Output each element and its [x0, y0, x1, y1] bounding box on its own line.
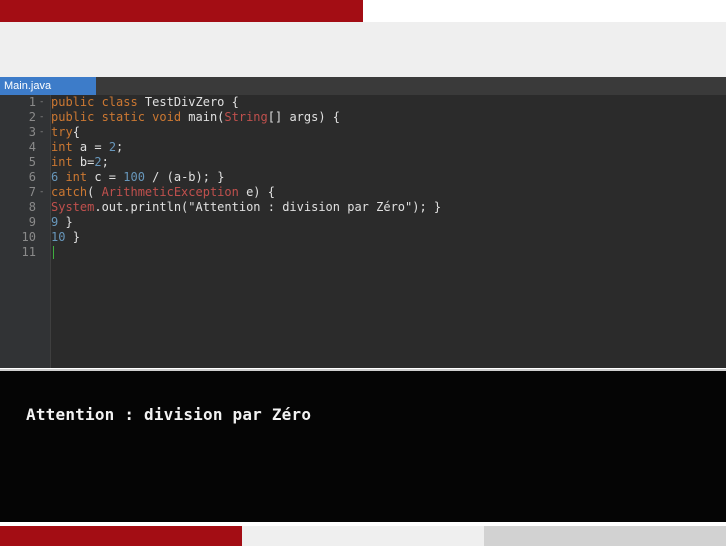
code-line[interactable]: int a = 2; — [51, 140, 123, 155]
line-number: 9 — [28, 215, 36, 229]
line-number-gutter: 1-2-3-4 5 6 7-8 9 10 11 — [0, 95, 51, 368]
code-token: catch — [51, 185, 88, 199]
line-number: 8 — [28, 200, 36, 214]
fold-marker-icon[interactable]: - — [39, 110, 44, 125]
code-token: a = — [79, 140, 109, 154]
footer-red-bar — [0, 526, 242, 546]
code-line[interactable]: public class TestDivZero { — [51, 95, 239, 110]
code-token: b= — [79, 155, 95, 169]
line-number: 1 — [28, 95, 36, 109]
code-token: int — [51, 155, 80, 169]
code-line[interactable]: catch( ArithmeticException e) { — [51, 185, 275, 200]
line-number: 10 — [21, 230, 36, 244]
code-token: ( — [87, 185, 102, 199]
fold-marker-icon[interactable]: - — [39, 185, 44, 200]
code-token: } — [72, 230, 80, 244]
code-editor[interactable]: Main.java 1-2-3-4 5 6 7-8 9 10 11 public class… — [0, 77, 726, 368]
code-token: int — [51, 140, 80, 154]
code-area[interactable]: public class TestDivZero {public static … — [51, 95, 726, 368]
code-token: [] args) { — [267, 110, 341, 124]
code-token: 2 — [108, 140, 117, 154]
line-number: 11 — [21, 245, 36, 259]
fold-marker-icon[interactable]: - — [39, 125, 44, 140]
code-token: 6 — [51, 170, 66, 184]
console-output-panel: Attention : division par Zéro — [0, 369, 726, 522]
code-token: 100 — [123, 170, 145, 184]
code-token: e) { — [238, 185, 275, 199]
footer-light-bar — [242, 526, 484, 546]
line-number: 2 — [28, 110, 36, 124]
code-token: System — [51, 200, 95, 214]
code-token: "Attention : division par Zéro" — [188, 200, 413, 214]
header-band — [0, 22, 726, 77]
code-token: TestDivZero { — [144, 95, 239, 109]
console-output-text: Attention : division par Zéro — [26, 405, 312, 424]
text-caret — [53, 246, 54, 259]
code-token: String — [224, 110, 268, 124]
fold-marker-icon[interactable]: - — [39, 95, 44, 110]
header-accent-bar — [0, 0, 363, 22]
code-line[interactable]: int b=2; — [51, 155, 109, 170]
code-line[interactable]: 10 } — [51, 230, 80, 245]
code-token: { — [72, 125, 80, 139]
code-token: ; — [101, 155, 109, 169]
line-number: 6 — [28, 170, 36, 184]
code-token: ArithmeticException — [101, 185, 239, 199]
footer-gray-bar — [484, 526, 726, 546]
line-number: 5 — [28, 155, 36, 169]
code-token: public class — [51, 95, 145, 109]
code-line[interactable]: public static void main(String[] args) { — [51, 110, 340, 125]
code-line[interactable]: try{ — [51, 125, 80, 140]
code-token: main( — [188, 110, 225, 124]
tab-main-java[interactable]: Main.java — [0, 77, 96, 95]
code-token: 2 — [94, 155, 102, 169]
editor-tab-strip: Main.java — [0, 77, 726, 95]
code-token: 9 — [51, 215, 66, 229]
code-line[interactable]: 6 int c = 100 / (a-b); } — [51, 170, 224, 185]
code-token: / (a-b); } — [144, 170, 225, 184]
line-number: 7 — [28, 185, 36, 199]
code-line[interactable]: 9 } — [51, 215, 73, 230]
code-token: ); } — [412, 200, 442, 214]
code-token: int — [65, 170, 95, 184]
code-token: } — [65, 215, 73, 229]
code-token: public static void — [51, 110, 189, 124]
line-number: 4 — [28, 140, 36, 154]
code-line[interactable]: System.out.println("Attention : division… — [51, 200, 441, 215]
line-number: 3 — [28, 125, 36, 139]
code-token: c = — [94, 170, 124, 184]
code-token: try — [51, 125, 73, 139]
code-token: ; — [116, 140, 124, 154]
code-token: 10 — [51, 230, 73, 244]
code-token: .out.println( — [94, 200, 189, 214]
